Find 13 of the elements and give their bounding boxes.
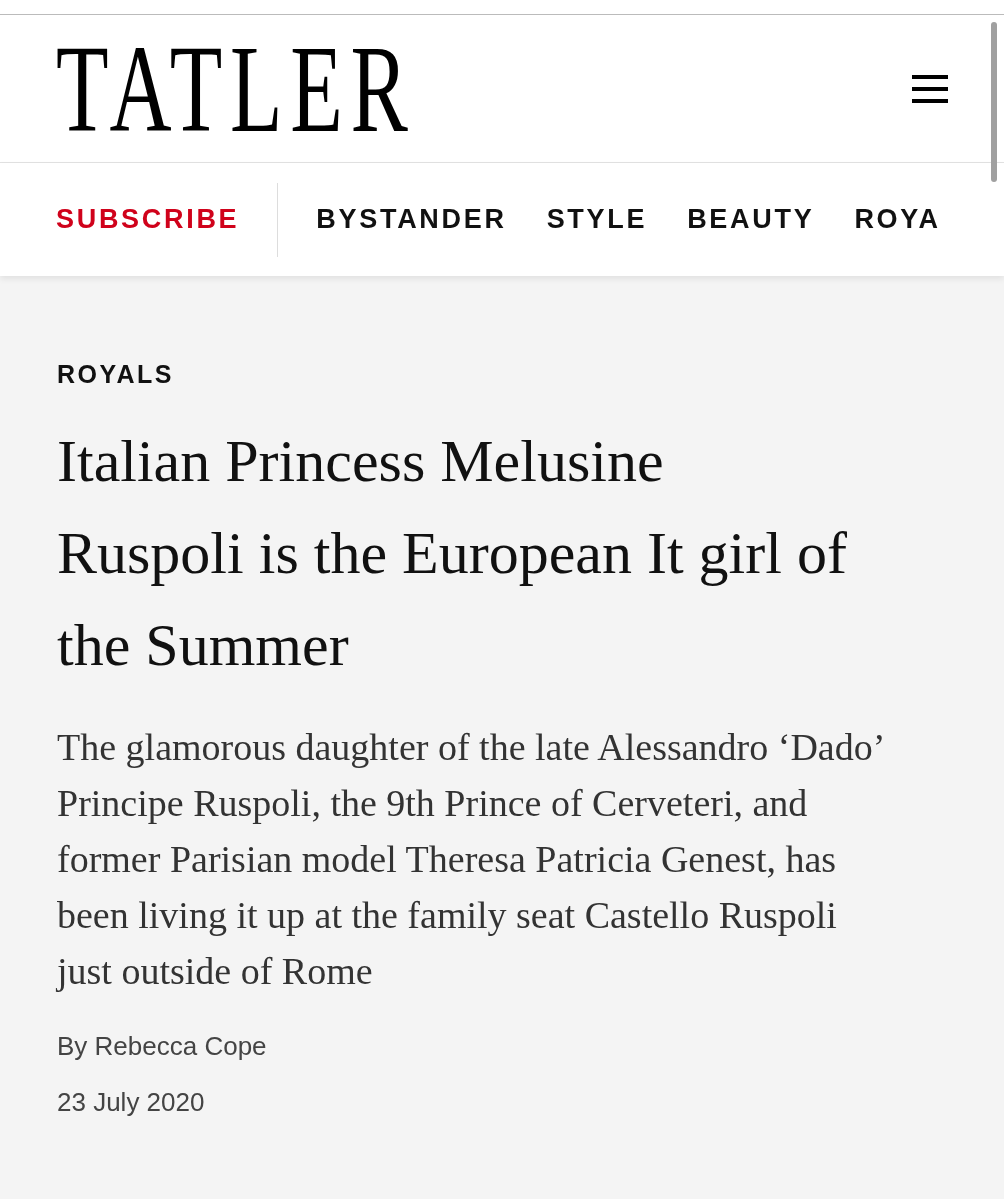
byline: By Rebecca Cope (57, 1033, 268, 1059)
scrollbar-icon (991, 22, 997, 182)
subscribe-link[interactable]: SUBSCRIBE (56, 199, 240, 240)
category-label[interactable]: ROYALS (57, 362, 948, 387)
nav-link[interactable]: BEAUTY (687, 199, 815, 240)
nav-link[interactable]: ROYA (854, 199, 941, 240)
nav-link[interactable]: BYSTANDER (316, 199, 507, 240)
publish-date: 23 July 2020 (57, 1089, 206, 1115)
menu-icon[interactable] (912, 74, 948, 103)
nav-link[interactable]: STYLE (546, 199, 648, 240)
headline: Italian Princess Melusine Ruspoli is the European It girl of the Summer (57, 427, 847, 680)
standfirst: The glamorous daughter of the late Alessandro ‘Dado’ Principe Ruspoli, the 9th Prince of Cerveteri, and former Parisian model Theresa Patricia Genest, has been living it up at the family seat Castello Ruspoli just outside of Rome (57, 725, 884, 994)
logo[interactable]: TATLER (56, 26, 416, 151)
